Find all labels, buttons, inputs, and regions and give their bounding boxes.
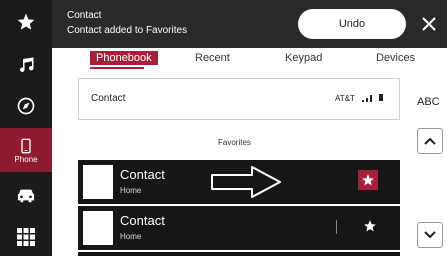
avatar xyxy=(83,211,113,245)
divider xyxy=(336,220,337,234)
notification-banner: Contact Contact added to Favorites Undo xyxy=(52,0,447,48)
star-icon xyxy=(362,174,374,186)
favorite-star-button[interactable] xyxy=(360,216,380,236)
arrow-pointer-icon xyxy=(211,166,281,198)
favorite-item[interactable]: Contact Home xyxy=(78,206,400,250)
tab-phonebook[interactable]: Phonebook xyxy=(90,51,158,65)
banner-close-button[interactable] xyxy=(414,9,444,39)
banner-title: Contact xyxy=(67,10,102,21)
sidebar-item-apps[interactable] xyxy=(0,220,52,254)
music-note-icon xyxy=(20,57,34,73)
active-tab-indicator xyxy=(90,67,144,69)
scroll-down-button[interactable] xyxy=(417,222,443,248)
compass-icon xyxy=(17,97,35,115)
favorite-sub: Home xyxy=(120,232,142,241)
undo-button[interactable]: Undo xyxy=(298,9,406,39)
apps-grid-icon xyxy=(17,228,35,246)
carrier-label: AT&T xyxy=(335,94,355,103)
favorite-star-button[interactable] xyxy=(358,170,378,190)
star-icon xyxy=(364,220,376,232)
chevron-down-icon xyxy=(424,231,436,239)
car-icon xyxy=(17,189,35,203)
tab-bar: Phonebook Recent Keypad Devices xyxy=(52,48,447,70)
favorite-item[interactable] xyxy=(78,252,400,256)
alphabet-index-label: ABC xyxy=(417,96,440,108)
favorites-section-title: Favorites xyxy=(218,138,251,147)
favorite-sub: Home xyxy=(120,186,142,195)
star-icon xyxy=(17,13,35,30)
scroll-up-button[interactable] xyxy=(417,128,443,154)
sidebar-item-phone[interactable]: Phone xyxy=(0,128,52,172)
chevron-up-icon xyxy=(424,137,436,145)
sidebar-item-favorites[interactable] xyxy=(0,4,52,40)
tab-devices[interactable]: Devices xyxy=(376,52,415,64)
battery-icon xyxy=(379,94,383,101)
favorite-name: Contact xyxy=(120,167,165,182)
signal-icon xyxy=(362,95,372,102)
favorite-name: Contact xyxy=(120,213,165,228)
phone-icon xyxy=(21,138,31,153)
sidebar-item-navigation[interactable] xyxy=(0,88,52,124)
selected-contact-row[interactable]: Contact AT&T xyxy=(78,78,400,120)
sidebar: Phone xyxy=(0,0,52,256)
banner-message: Contact added to Favorites xyxy=(67,25,188,36)
sidebar-item-label: Phone xyxy=(14,154,38,164)
contact-name: Contact xyxy=(91,93,126,104)
sidebar-item-music[interactable] xyxy=(0,48,52,82)
avatar xyxy=(83,165,113,199)
close-icon xyxy=(422,17,436,31)
tab-recent[interactable]: Recent xyxy=(195,52,230,64)
sidebar-item-vehicle[interactable] xyxy=(0,178,52,212)
tab-keypad[interactable]: Keypad xyxy=(285,52,322,64)
